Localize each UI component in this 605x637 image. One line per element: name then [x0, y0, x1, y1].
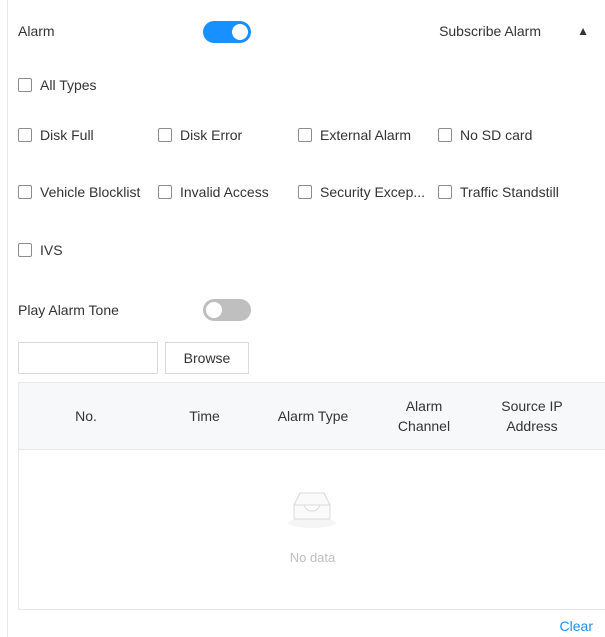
alarm-table: No. Time Alarm Type Alarm Channel Source… [18, 382, 605, 610]
tone-file-input[interactable] [18, 342, 158, 374]
column-header-alarm-type: Alarm Type [277, 408, 349, 424]
checkbox-label: Disk Full [40, 127, 94, 143]
checkbox-ivs[interactable]: IVS [18, 242, 63, 258]
alarm-header: Alarm Subscribe Alarm ▲ [18, 20, 593, 44]
checkbox-label: All Types [40, 77, 97, 93]
checkbox-no-sd-card[interactable]: No SD card [438, 127, 532, 143]
table-header: No. Time Alarm Type Alarm Channel Source… [19, 383, 605, 450]
checkbox-external-alarm[interactable]: External Alarm [298, 127, 411, 143]
checkbox-icon[interactable] [18, 243, 32, 257]
checkbox-icon[interactable] [158, 128, 172, 142]
panel-border [7, 0, 8, 637]
checkbox-label: Traffic Standstill [460, 184, 559, 200]
checkbox-icon[interactable] [18, 185, 32, 199]
alarm-label: Alarm [18, 23, 55, 39]
checkbox-icon[interactable] [158, 185, 172, 199]
checkbox-icon[interactable] [438, 185, 452, 199]
browse-button[interactable]: Browse [165, 342, 249, 374]
checkbox-label: No SD card [460, 127, 533, 143]
checkbox-label: Disk Error [180, 127, 243, 143]
checkbox-label: IVS [40, 242, 63, 258]
toggle-knob [206, 302, 222, 318]
checkbox-label: Security Excep... [320, 184, 426, 200]
checkbox-icon[interactable] [298, 128, 312, 142]
alarm-tone-toggle[interactable] [203, 299, 251, 321]
alarm-toggle[interactable] [203, 21, 251, 43]
checkbox-traffic-standstill[interactable]: Traffic Standstill [438, 184, 559, 200]
column-header-source-ip: Source IP Address [501, 398, 563, 434]
checkbox-label: Invalid Access [180, 184, 269, 200]
empty-state-text: No data [289, 550, 336, 565]
collapse-caret-icon[interactable]: ▲ [577, 24, 589, 38]
toggle-knob [232, 24, 248, 40]
checkbox-disk-full[interactable]: Disk Full [18, 127, 94, 143]
checkbox-disk-error[interactable]: Disk Error [158, 127, 242, 143]
checkbox-label: Vehicle Blocklist [40, 184, 141, 200]
checkbox-label: External Alarm [320, 127, 412, 143]
column-header-no: No. [75, 408, 97, 424]
checkbox-invalid-access[interactable]: Invalid Access [158, 184, 269, 200]
clear-link[interactable]: Clear [560, 618, 593, 634]
checkbox-all-types[interactable]: All Types [18, 77, 97, 93]
checkbox-icon[interactable] [298, 185, 312, 199]
column-header-time: Time [189, 408, 220, 424]
checkbox-icon[interactable] [18, 128, 32, 142]
alarm-panel: Alarm Subscribe Alarm ▲ All Types Disk F… [0, 0, 605, 637]
column-header-alarm-channel: Alarm Channel [397, 398, 451, 434]
play-alarm-tone-label: Play Alarm Tone [18, 302, 119, 318]
checkbox-icon[interactable] [438, 128, 452, 142]
checkbox-security-exception[interactable]: Security Excep... [298, 184, 425, 200]
subscribe-alarm-label[interactable]: Subscribe Alarm [439, 23, 541, 39]
checkbox-vehicle-blocklist[interactable]: Vehicle Blocklist [18, 184, 140, 200]
empty-inbox-icon [288, 492, 336, 528]
checkbox-icon[interactable] [18, 78, 32, 92]
